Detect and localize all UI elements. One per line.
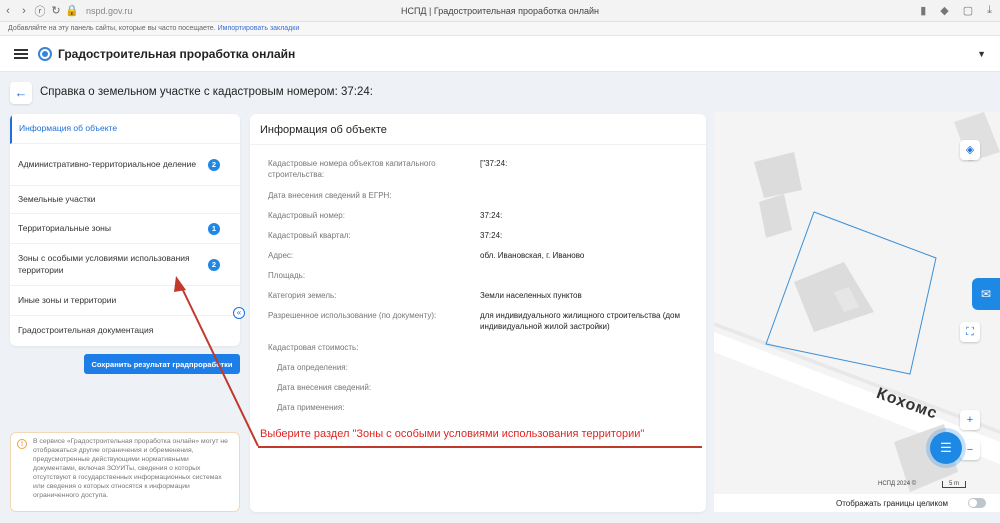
count-badge: 2 — [208, 158, 220, 171]
menu-item-label: Территориальные зоны — [18, 222, 111, 233]
panel-title: Информация об объекте — [260, 124, 387, 136]
menu-item-label: Иные зоны и территории — [18, 294, 117, 305]
field-value: обл. Ивановская, г. Иваново — [480, 251, 585, 260]
forward-nav-icon[interactable]: › — [16, 5, 32, 17]
annotation-text: Выберите раздел "Зоны с особыми условиям… — [260, 428, 645, 440]
lock-icon: 🔒 — [65, 5, 79, 17]
divider — [250, 144, 706, 145]
extension-icon[interactable]: ◆ — [940, 4, 948, 17]
zoom-in-button[interactable]: + — [960, 410, 980, 430]
menu-item-object-info[interactable]: Информация об объекте — [10, 114, 240, 144]
collapse-icon[interactable]: « — [233, 307, 245, 319]
field-value: для индивидуального жилищного строительс… — [480, 311, 680, 332]
object-info-panel: Информация об объекте Кадастровые номера… — [250, 114, 706, 512]
field-label: Площадь: — [268, 271, 306, 280]
field-value: 37:24: — [480, 231, 503, 240]
app-header: Градостроительная проработка онлайн ▼ — [0, 36, 1000, 72]
page-title: Справка о земельном участке с кадастровы… — [40, 86, 373, 98]
yandex-icon[interactable]: ⓡ — [32, 3, 48, 19]
bookmarks-hint: Добавляйте на эту панель сайты, которые … — [8, 25, 216, 32]
feedback-widget-icon[interactable]: ✉ — [972, 278, 1000, 310]
zoom-out-button[interactable]: − — [960, 440, 980, 460]
menu-item-urban-docs[interactable]: Градостроительная документация — [10, 316, 240, 346]
map-scale: 5 m — [942, 481, 966, 488]
menu-icon[interactable] — [14, 48, 28, 59]
show-borders-label: Отображать границы целиком — [836, 498, 949, 508]
chat-button[interactable]: ☰ — [930, 432, 962, 464]
menu-item-label: Зоны с особыми условиями использования т… — [18, 253, 190, 275]
count-badge: 2 — [208, 258, 220, 271]
field-value: ["37:24: — [480, 159, 508, 168]
field-value: Земли населенных пунктов — [480, 291, 582, 300]
cost-heading: Кадастровая стоимость: — [268, 343, 359, 352]
bookmark-icon[interactable]: ▮ — [920, 4, 926, 17]
notice-text: В сервисе «Градостроительная проработка … — [33, 438, 228, 500]
warning-icon: ! — [17, 439, 27, 449]
tab-title: НСПД | Градостроительная проработка онла… — [400, 5, 600, 16]
save-result-button[interactable]: Сохранить результат градпроработки — [84, 354, 240, 374]
app-title: Градостроительная проработка онлайн — [58, 46, 296, 61]
field-label: Адрес: — [268, 251, 294, 260]
annotation-underline — [258, 446, 702, 448]
field-label: Кадастровые номера объектов капитального… — [268, 159, 436, 180]
field-label: Дата внесения сведений: — [277, 383, 372, 392]
count-badge: 1 — [208, 222, 220, 235]
field-label: Дата применения: — [277, 403, 345, 412]
menu-item-territorial-zones[interactable]: Территориальные зоны 1 — [10, 214, 240, 244]
downloads-icon[interactable]: ⤓ — [987, 4, 992, 17]
field-label: Дата определения: — [277, 363, 348, 372]
menu-item-special-zones[interactable]: Зоны с особыми условиями использования т… — [10, 244, 240, 286]
menu-item-land-plots[interactable]: Земельные участки — [10, 186, 240, 214]
logo-icon — [38, 46, 52, 61]
back-nav-icon[interactable]: ‹ — [0, 5, 16, 17]
menu-item-label: Земельные участки — [18, 193, 96, 204]
fullscreen-icon[interactable]: ⛶ — [960, 322, 980, 342]
menu-item-label: Административно-территориальное деление — [18, 158, 197, 169]
address-bar[interactable]: nspd.gov.ru — [86, 6, 132, 16]
menu-item-label: Градостроительная документация — [18, 325, 154, 336]
layers-icon[interactable]: ◈ — [960, 140, 980, 160]
notice-box: ! В сервисе «Градостроительная проработк… — [10, 432, 240, 512]
map-footer: Отображать границы целиком — [714, 494, 1000, 512]
bookmarks-bar: Добавляйте на эту панель сайты, которые … — [0, 22, 1000, 36]
field-label: Дата внесения сведений в ЕГРН: — [268, 191, 392, 200]
field-label: Кадастровый квартал: — [268, 231, 351, 240]
screenshot-icon[interactable]: ▢ — [963, 4, 973, 17]
back-button[interactable]: ← — [10, 82, 32, 104]
field-label: Кадастровый номер: — [268, 211, 345, 220]
chevron-down-icon[interactable]: ▼ — [977, 49, 986, 59]
show-borders-toggle[interactable] — [968, 498, 986, 508]
menu-item-admin-division[interactable]: Административно-территориальное деление … — [10, 144, 240, 186]
section-menu: Информация об объекте Административно-те… — [10, 114, 240, 346]
menu-item-other-zones[interactable]: Иные зоны и территории — [10, 286, 240, 316]
import-bookmarks-link[interactable]: Импортировать закладки — [218, 25, 300, 32]
field-label: Категория земель: — [268, 291, 337, 300]
map-copyright: НСПД 2024 © — [878, 481, 917, 487]
field-label: Разрешенное использование (по документу)… — [268, 311, 437, 320]
field-value: 37:24: — [480, 211, 503, 220]
reload-icon[interactable]: ↻ — [48, 4, 64, 17]
menu-item-label: Информация об объекте — [19, 122, 118, 133]
browser-toolbar: ‹ › ⓡ ↻ 🔒 nspd.gov.ru НСПД | Градостроит… — [0, 0, 1000, 22]
